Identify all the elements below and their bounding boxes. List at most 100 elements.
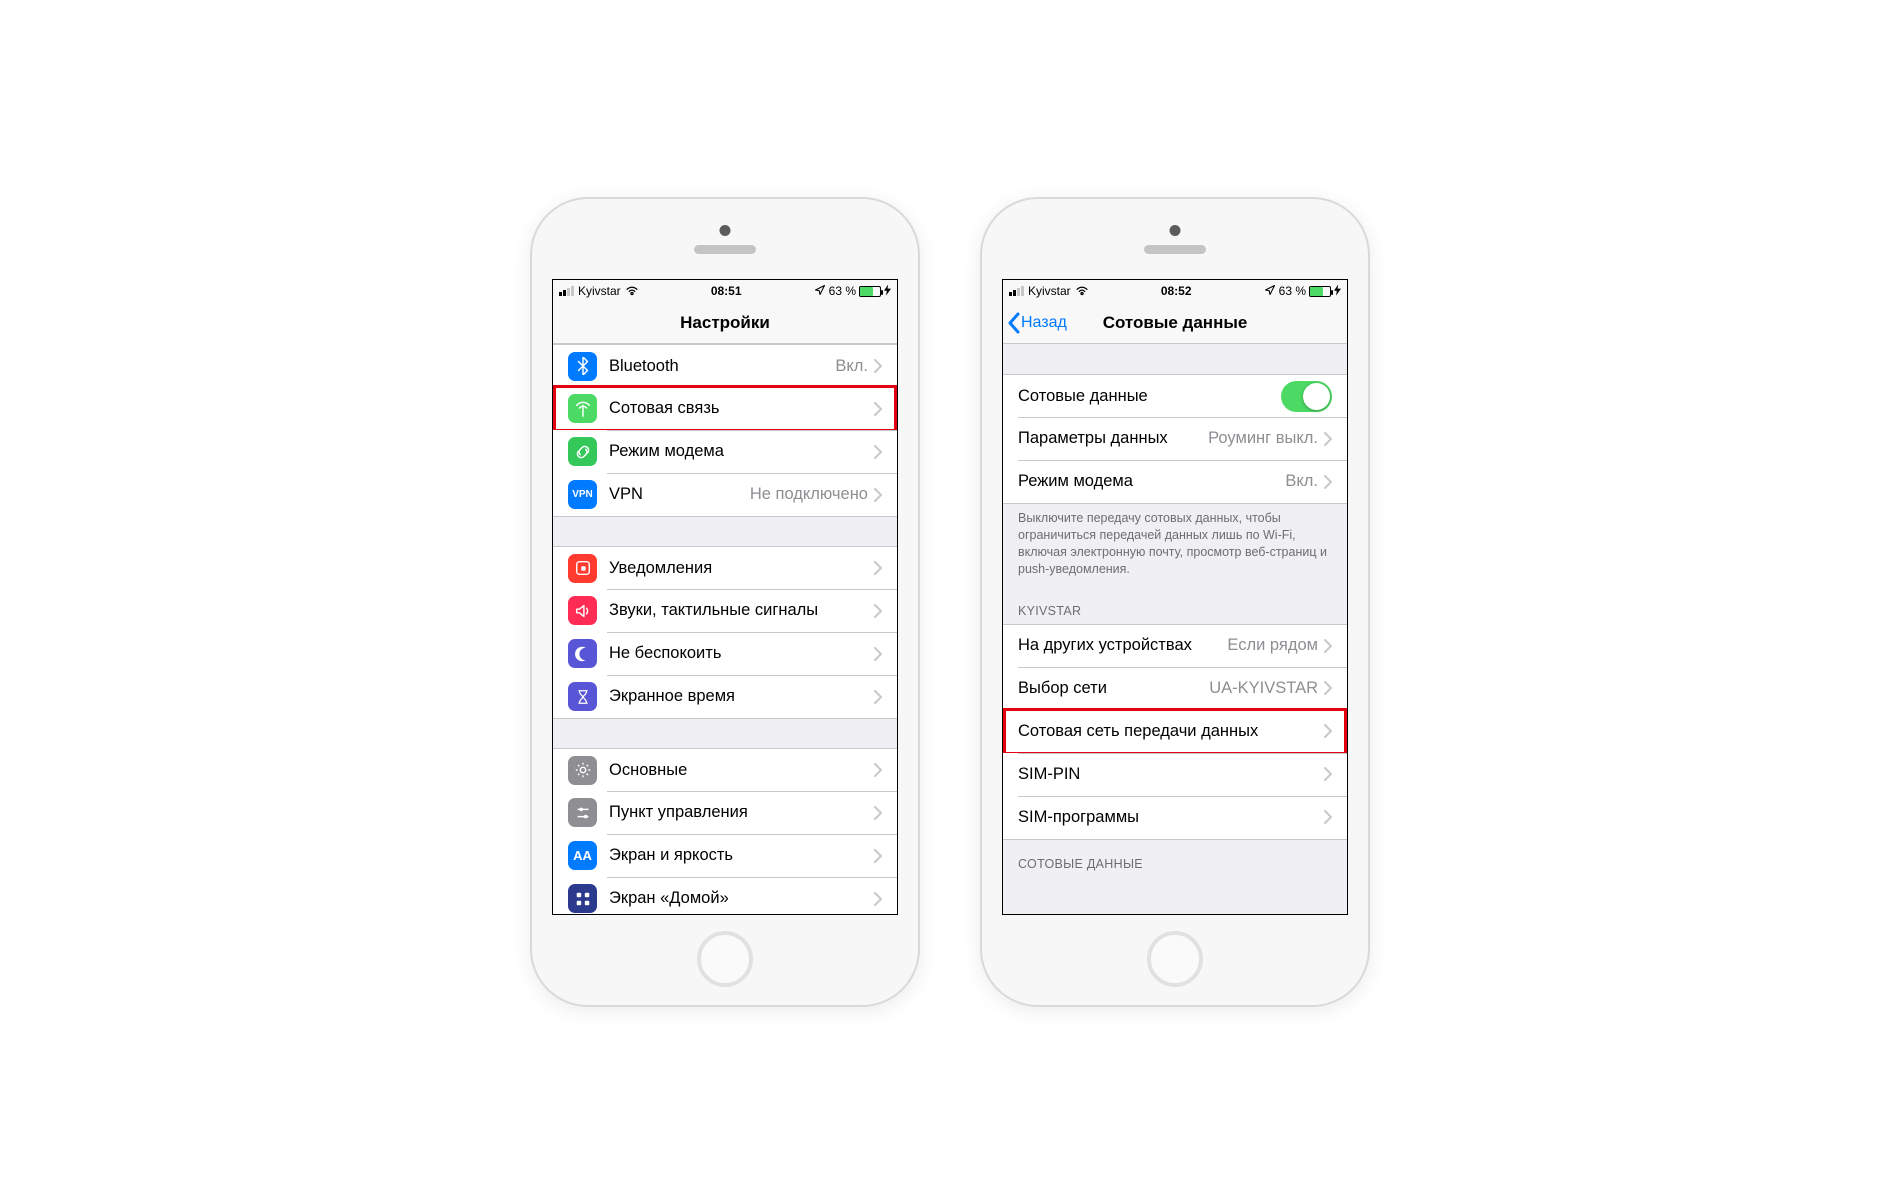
signal-icon — [559, 286, 574, 296]
row-detail: Роуминг выкл. — [1208, 429, 1318, 448]
toggle-switch[interactable] — [1281, 381, 1332, 412]
status-bar: Kyivstar 08:51 63 % — [553, 280, 897, 302]
gear-icon — [568, 756, 597, 785]
row-sounds[interactable]: Звуки, тактильные сигналы — [553, 589, 897, 632]
grid-icon — [568, 884, 597, 913]
phone-speaker — [694, 245, 756, 254]
wifi-icon — [625, 284, 639, 299]
row-label: VPN — [609, 485, 750, 504]
row-label: Пункт управления — [609, 803, 874, 822]
row-general[interactable]: Основные — [553, 748, 897, 791]
row-label: Режим модема — [609, 442, 874, 461]
row-display[interactable]: AA Экран и яркость — [553, 834, 897, 877]
row-label: Экранное время — [609, 687, 874, 706]
hourglass-icon — [568, 682, 597, 711]
vpn-icon: VPN — [568, 480, 597, 509]
row-label: Не беспокоить — [609, 644, 874, 663]
chevron-icon — [1324, 432, 1332, 446]
row-sim-pin[interactable]: SIM-PIN — [1003, 753, 1347, 796]
row-detail: Не подключено — [750, 485, 868, 504]
text-size-icon: AA — [568, 841, 597, 870]
sounds-icon — [568, 596, 597, 625]
row-cellular-data-toggle[interactable]: Сотовые данные — [1003, 374, 1347, 417]
row-label: Сотовая сеть передачи данных — [1018, 722, 1324, 741]
row-sim-apps[interactable]: SIM-программы — [1003, 796, 1347, 839]
battery-icon — [1309, 286, 1331, 297]
chevron-icon — [874, 359, 882, 373]
nav-bar: Назад Сотовые данные — [1003, 302, 1347, 344]
antenna-icon — [568, 394, 597, 423]
sliders-icon — [568, 798, 597, 827]
row-data-params[interactable]: Параметры данных Роуминг выкл. — [1003, 417, 1347, 460]
phone-speaker — [1144, 245, 1206, 254]
back-button[interactable]: Назад — [1003, 312, 1067, 334]
location-icon — [1264, 284, 1276, 299]
phone-left: Kyivstar 08:51 63 % Настройки Bluetooth — [530, 197, 920, 1007]
phone-camera — [1170, 225, 1181, 236]
back-label: Назад — [1021, 314, 1067, 332]
screen-cellular: Kyivstar 08:52 63 % Назад Сотовые данные… — [1002, 279, 1348, 915]
row-other-devices[interactable]: На других устройствах Если рядом — [1003, 624, 1347, 667]
row-label: Выбор сети — [1018, 679, 1209, 698]
row-label: Основные — [609, 761, 874, 780]
row-network-selection[interactable]: Выбор сети UA-KYIVSTAR — [1003, 667, 1347, 710]
link-icon — [568, 437, 597, 466]
row-label: Уведомления — [609, 559, 874, 578]
nav-bar: Настройки — [553, 302, 897, 344]
phone-camera — [720, 225, 731, 236]
section-header-kyivstar: KYIVSTAR — [1003, 586, 1347, 624]
row-label: Экран и яркость — [609, 846, 874, 865]
row-detail: Вкл. — [1285, 472, 1318, 491]
row-vpn[interactable]: VPN VPN Не подключено — [553, 473, 897, 516]
charging-icon — [1334, 284, 1341, 299]
battery-pct: 63 % — [1279, 284, 1306, 298]
row-hotspot[interactable]: Режим модема — [553, 430, 897, 473]
nav-title: Настройки — [553, 313, 897, 333]
row-cellular-data-network[interactable]: Сотовая сеть передачи данных — [1003, 710, 1347, 753]
status-time: 08:52 — [1161, 284, 1192, 298]
row-label: Сотовая связь — [609, 399, 874, 418]
row-bluetooth[interactable]: Bluetooth Вкл. — [553, 344, 897, 387]
home-button[interactable] — [697, 931, 753, 987]
location-icon — [814, 284, 826, 299]
row-label: SIM-программы — [1018, 808, 1324, 827]
row-detail: UA-KYIVSTAR — [1209, 679, 1318, 698]
row-label: Bluetooth — [609, 357, 835, 376]
row-label: Режим модема — [1018, 472, 1285, 491]
battery-icon — [859, 286, 881, 297]
chevron-icon — [874, 690, 882, 704]
notifications-icon — [568, 554, 597, 583]
chevron-icon — [874, 561, 882, 575]
chevron-icon — [874, 849, 882, 863]
chevron-icon — [1324, 810, 1332, 824]
row-control-center[interactable]: Пункт управления — [553, 791, 897, 834]
battery-pct: 63 % — [829, 284, 856, 298]
chevron-icon — [874, 445, 882, 459]
carrier-label: Kyivstar — [578, 284, 621, 298]
row-label: SIM-PIN — [1018, 765, 1324, 784]
moon-icon — [568, 639, 597, 668]
section-footer: Выключите передачу сотовых данных, чтобы… — [1003, 503, 1347, 586]
signal-icon — [1009, 286, 1024, 296]
row-label: Экран «Домой» — [609, 889, 874, 908]
row-detail: Если рядом — [1227, 636, 1318, 655]
charging-icon — [884, 284, 891, 299]
home-button[interactable] — [1147, 931, 1203, 987]
row-homescreen[interactable]: Экран «Домой» — [553, 877, 897, 914]
row-cellular[interactable]: Сотовая связь — [553, 387, 897, 430]
chevron-icon — [874, 647, 882, 661]
status-time: 08:51 — [711, 284, 742, 298]
row-dnd[interactable]: Не беспокоить — [553, 632, 897, 675]
row-hotspot[interactable]: Режим модема Вкл. — [1003, 460, 1347, 503]
row-label: На других устройствах — [1018, 636, 1227, 655]
section-header-cellular-data: СОТОВЫЕ ДАННЫЕ — [1003, 839, 1347, 877]
phone-right: Kyivstar 08:52 63 % Назад Сотовые данные… — [980, 197, 1370, 1007]
screen-settings: Kyivstar 08:51 63 % Настройки Bluetooth — [552, 279, 898, 915]
row-notifications[interactable]: Уведомления — [553, 546, 897, 589]
chevron-icon — [1324, 475, 1332, 489]
chevron-icon — [874, 892, 882, 906]
row-screentime[interactable]: Экранное время — [553, 675, 897, 718]
chevron-icon — [1324, 767, 1332, 781]
row-label: Сотовые данные — [1018, 387, 1281, 406]
chevron-icon — [874, 806, 882, 820]
